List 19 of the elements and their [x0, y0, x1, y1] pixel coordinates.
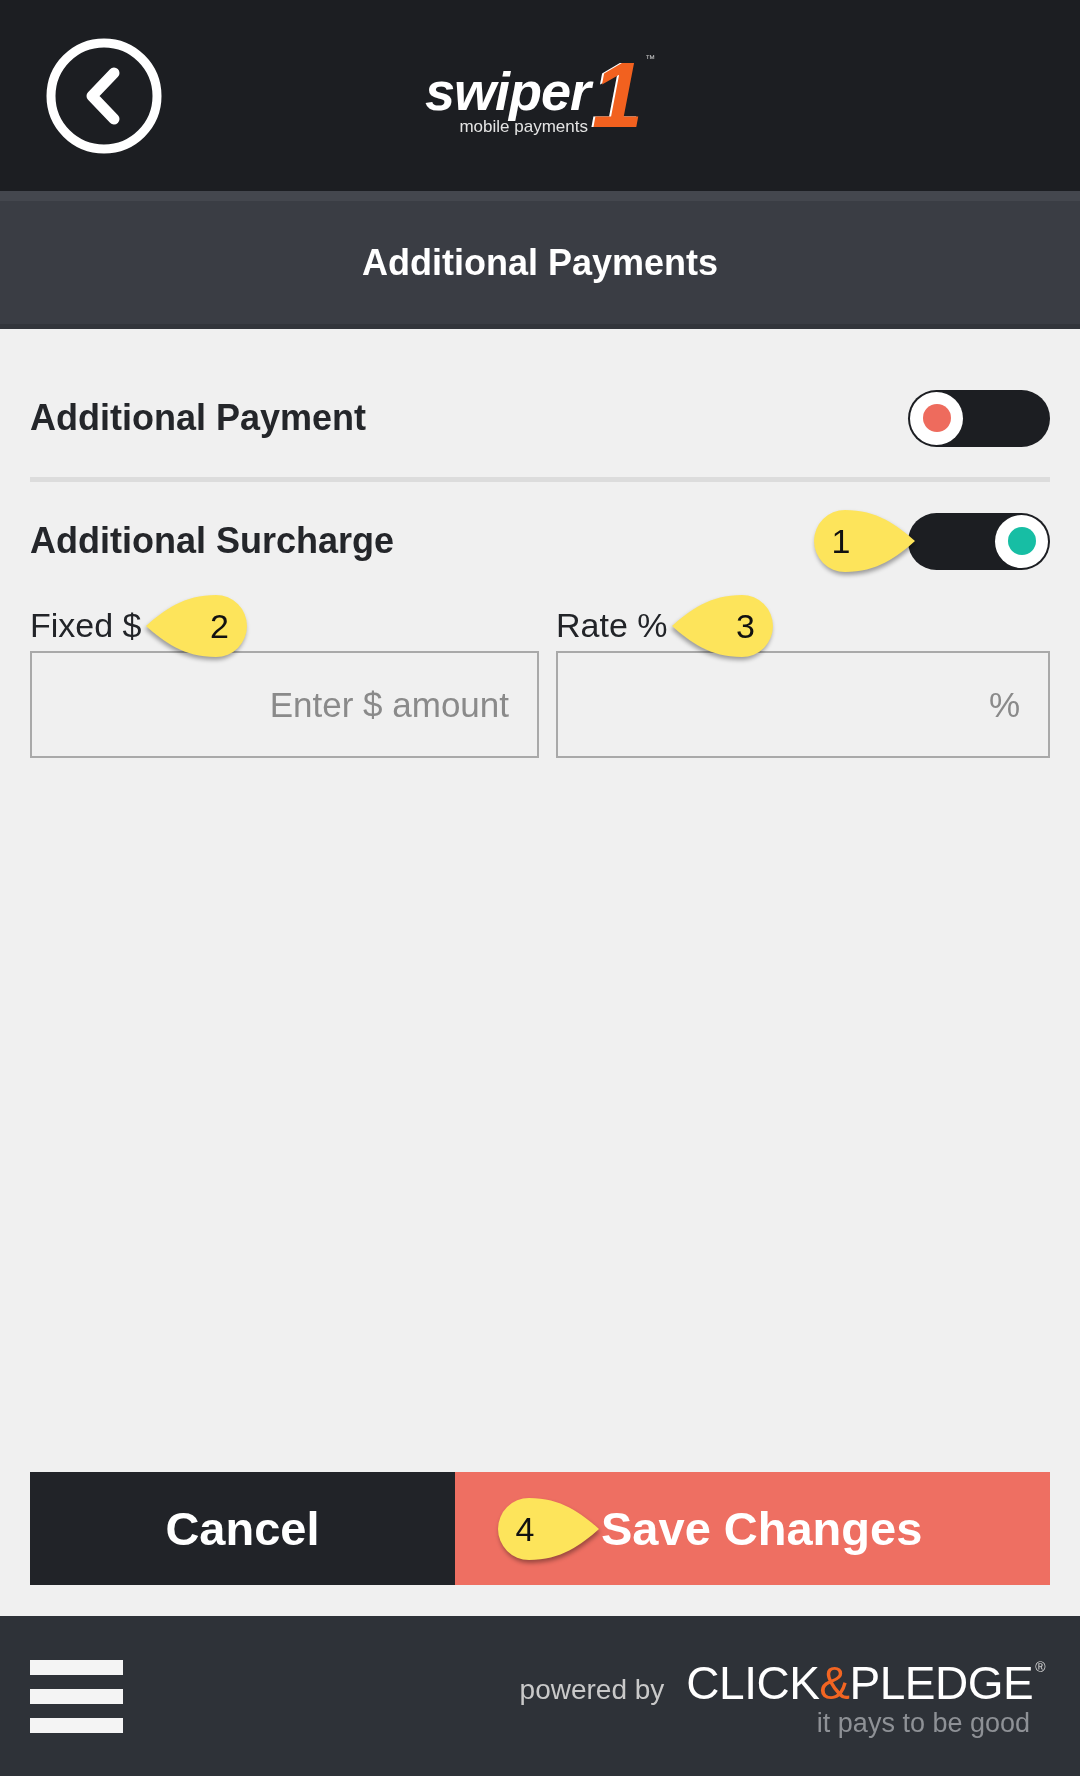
input-field[interactable]: Enter $ amount [30, 651, 539, 758]
field-label: Rate % [556, 606, 668, 645]
brand-slogan: it pays to be good [816, 1707, 1030, 1739]
menu-icon [30, 1659, 123, 1733]
toggle-switch[interactable] [908, 512, 1050, 570]
cancel-button[interactable]: Cancel [30, 1472, 455, 1585]
back-button[interactable] [46, 37, 162, 154]
brand-wordmark: CLICK&PLEDGE® [686, 1659, 1045, 1706]
back-icon [46, 37, 162, 154]
setting-label: Additional Payment [30, 397, 367, 439]
menu-button[interactable] [30, 1659, 123, 1733]
page-title: Additional Payments [361, 241, 719, 284]
powered-by-text: powered by [519, 1673, 665, 1706]
field-label: Fixed $ [30, 606, 142, 645]
setting-label: Additional Surcharge [30, 520, 395, 562]
trademark-symbol: ™ [645, 54, 656, 65]
input-field[interactable]: % [556, 651, 1050, 758]
toggle-switch[interactable] [908, 389, 1050, 447]
save-button[interactable]: 4 Save Changes [455, 1472, 1050, 1585]
